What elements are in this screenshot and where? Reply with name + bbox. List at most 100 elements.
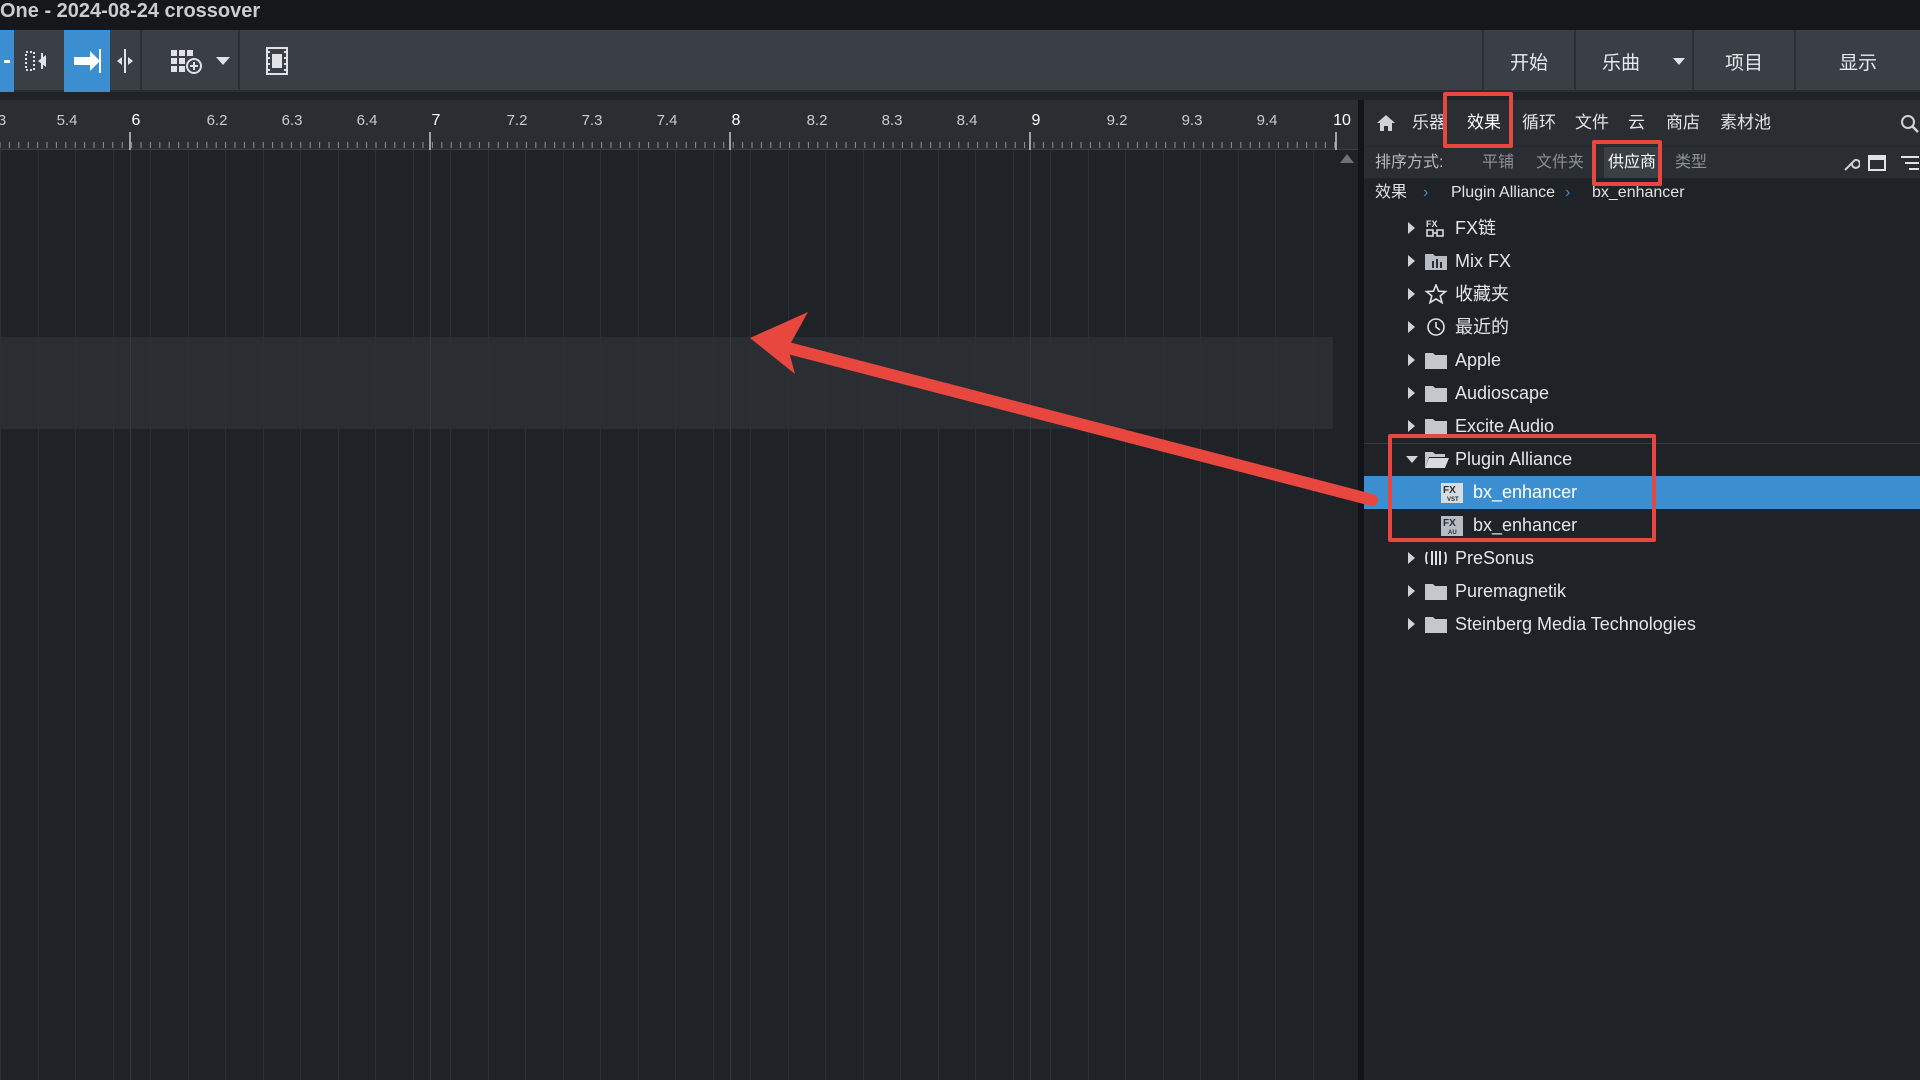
grid-line (563, 150, 564, 1080)
nav-song[interactable]: 乐曲 (1574, 30, 1666, 92)
tree-item-excite-audio[interactable]: Excite Audio (1364, 410, 1920, 443)
grid-line (375, 150, 376, 1080)
track-lane[interactable] (0, 337, 1333, 429)
sort-vendor[interactable]: 供应商 (1604, 147, 1661, 179)
film-icon[interactable] (262, 30, 292, 92)
grid-line (638, 150, 639, 1080)
expand-arrow-icon[interactable] (1408, 354, 1415, 366)
home-icon[interactable] (1376, 114, 1396, 137)
tree-item-bx-enhancer-2[interactable]: FX AU bx_enhancer (1364, 509, 1920, 542)
list-options-icon[interactable] (1900, 155, 1920, 176)
split-icon[interactable] (112, 30, 138, 92)
tree-item-label: bx_enhancer (1473, 515, 1578, 535)
sort-type[interactable]: 类型 (1675, 147, 1707, 179)
breadcrumb-plugin[interactable]: bx_enhancer (1592, 178, 1685, 208)
breadcrumb-vendor[interactable]: Plugin Alliance (1451, 178, 1555, 208)
folder-open-icon (1424, 449, 1449, 469)
grid-line (413, 150, 414, 1080)
tree-item-apple[interactable]: Apple (1364, 344, 1920, 377)
nav-show[interactable]: 显示 (1794, 30, 1920, 92)
left-edge-button[interactable] (0, 30, 14, 92)
tree-item-label: Mix FX (1455, 251, 1511, 271)
nav-project[interactable]: 项目 (1692, 30, 1794, 92)
scroll-up-icon[interactable] (1340, 154, 1354, 163)
tree-item-recent[interactable]: 最近的 (1364, 311, 1920, 344)
expand-arrow-icon[interactable] (1408, 222, 1415, 234)
grid-line (300, 150, 301, 1080)
expand-arrow-icon[interactable] (1408, 420, 1415, 432)
tree-item-audioscape[interactable]: Audioscape (1364, 377, 1920, 410)
tree-item-label: 最近的 (1455, 317, 1509, 337)
svg-text:AU: AU (1448, 530, 1457, 536)
grid-bar-line (430, 150, 431, 1080)
tree-item-label: bx_enhancer (1473, 482, 1578, 502)
tree-item-plugin-alliance[interactable]: Plugin Alliance (1364, 443, 1920, 476)
ruler-tick-label: 9.3 (1181, 112, 1203, 129)
folder-icon (1424, 614, 1448, 634)
tree-item-presonus[interactable]: PreSonus (1364, 542, 1920, 575)
expand-arrow-icon[interactable] (1408, 585, 1415, 597)
tab-instruments[interactable]: 乐器 (1412, 100, 1446, 146)
tab-shop[interactable]: 商店 (1666, 100, 1700, 146)
tree-item-fx-chains[interactable]: FX FX链 (1364, 212, 1920, 245)
clock-icon (1424, 317, 1448, 337)
tree-item-label: Plugin Alliance (1455, 449, 1573, 469)
song-dropdown-icon[interactable] (1666, 30, 1692, 92)
time-ruler[interactable]: 3 5.4 6 6.2 6.3 6.4 7 7.2 7.3 7.4 8 8.2 8.3 8.4 9 9.2 9.… (0, 100, 1358, 150)
ruler-tick-label: 6.2 (206, 112, 228, 129)
folder-icon (1424, 350, 1448, 370)
expand-arrow-icon[interactable] (1408, 321, 1415, 333)
tab-pool[interactable]: 素材池 (1720, 100, 1771, 146)
nav-start[interactable]: 开始 (1482, 30, 1574, 92)
tab-loops[interactable]: 循环 (1522, 100, 1556, 146)
tab-cloud[interactable]: 云 (1628, 100, 1645, 146)
tree-item-label: 收藏夹 (1455, 284, 1509, 304)
tree-item-label: Steinberg Media Technologies (1455, 614, 1696, 634)
sort-folder[interactable]: 文件夹 (1536, 147, 1584, 179)
sort-flat[interactable]: 平铺 (1482, 147, 1514, 179)
svg-text:FX: FX (1443, 518, 1456, 529)
fx-chain-icon: FX (1424, 218, 1448, 238)
expand-arrow-icon[interactable] (1408, 618, 1415, 630)
snap-arrow-icon[interactable] (64, 30, 110, 92)
tree-item-mix-fx[interactable]: Mix FX (1364, 245, 1920, 278)
locate-icon[interactable] (18, 30, 58, 92)
tab-effects[interactable]: 效果 (1467, 100, 1501, 146)
svg-text:FX: FX (1426, 219, 1438, 229)
tree-item-steinberg[interactable]: Steinberg Media Technologies (1364, 608, 1920, 641)
folder-icon (1424, 416, 1448, 436)
ruler-tick-label: 7.3 (581, 112, 603, 129)
expand-arrow-icon[interactable] (1408, 288, 1415, 300)
grid-line (1200, 150, 1201, 1080)
dropdown-icon[interactable] (210, 30, 236, 92)
expand-arrow-icon[interactable] (1408, 255, 1415, 267)
grid-line (263, 150, 264, 1080)
star-icon (1424, 282, 1448, 305)
grid-add-icon[interactable] (166, 30, 206, 92)
grid-line (863, 150, 864, 1080)
tree-item-label: Puremagnetik (1455, 581, 1567, 601)
tree-item-favorites[interactable]: 收藏夹 (1364, 278, 1920, 311)
wrench-icon[interactable] (1842, 155, 1861, 178)
svg-text:VST: VST (1447, 497, 1459, 503)
search-icon[interactable] (1900, 114, 1920, 139)
ruler-tick-label: 6 (131, 112, 141, 129)
expand-arrow-icon[interactable] (1408, 387, 1415, 399)
tree-item-label: PreSonus (1455, 548, 1535, 568)
tree-item-bx-enhancer-1[interactable]: FX VST bx_enhancer (1364, 476, 1920, 509)
tree-item-puremagnetik[interactable]: Puremagnetik (1364, 575, 1920, 608)
breadcrumb: 效果 › Plugin Alliance › bx_enhancer (1364, 178, 1920, 208)
grid-bar-line (1030, 150, 1031, 1080)
grid-line (713, 150, 714, 1080)
breadcrumb-effects[interactable]: 效果 (1375, 178, 1407, 208)
tab-files[interactable]: 文件 (1575, 100, 1609, 146)
grid-line (338, 150, 339, 1080)
grid-line (450, 150, 451, 1080)
presonus-icon (1424, 548, 1448, 568)
expand-arrow-icon[interactable] (1408, 552, 1415, 564)
grid-line (525, 150, 526, 1080)
window-icon[interactable] (1868, 155, 1886, 176)
arrange-timeline[interactable]: 3 5.4 6 6.2 6.3 6.4 7 7.2 7.3 7.4 8 8.2 8.3 8.4 9 9.2 9.… (0, 100, 1358, 1080)
collapse-arrow-icon[interactable] (1406, 456, 1418, 463)
grid-line (1163, 150, 1164, 1080)
